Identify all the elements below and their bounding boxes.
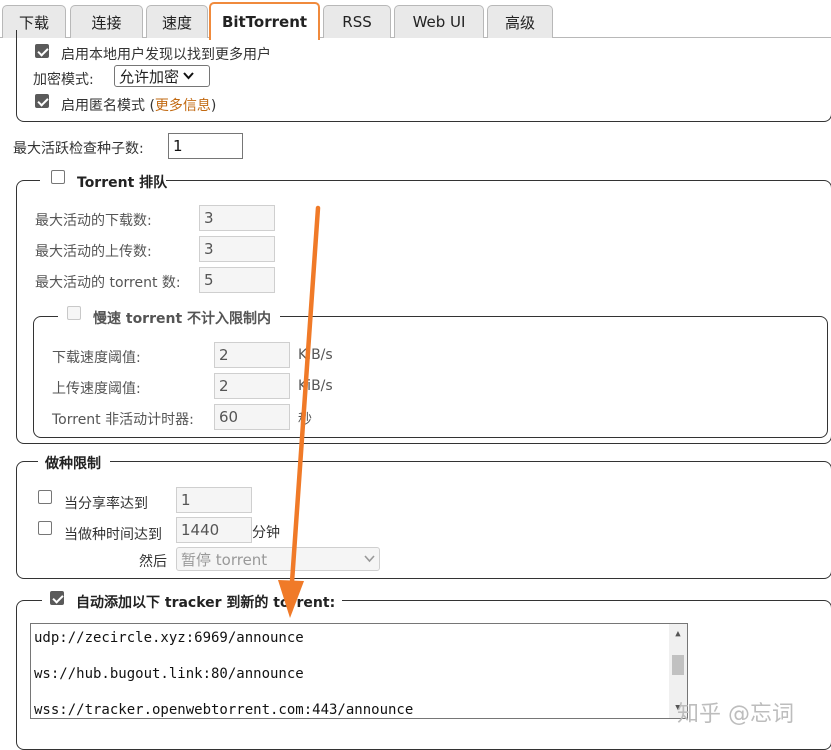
- local-discovery-checkbox[interactable]: [35, 44, 49, 58]
- encryption-select[interactable]: 允许加密: [114, 65, 210, 87]
- max-checking-input[interactable]: 1: [168, 133, 243, 159]
- then-label: 然后: [139, 554, 167, 570]
- seeding-time-unit: 分钟: [252, 525, 280, 541]
- trackers-textarea[interactable]: udp://zecircle.xyz:6969/announce ws://hu…: [30, 623, 688, 719]
- local-discovery-label: 启用本地用户发现以找到更多用户: [61, 47, 271, 63]
- seeding-time-label: 当做种时间达到: [64, 527, 162, 543]
- tracker-line: ws://hub.bugout.link:80/announce: [34, 666, 304, 682]
- download-threshold-input[interactable]: 2: [214, 342, 290, 368]
- trackers-checkbox[interactable]: [50, 591, 64, 605]
- watermark: 知乎 @忘词: [677, 702, 794, 727]
- max-torrents-label: 最大活动的 torrent 数:: [35, 275, 181, 291]
- inactive-timer-input[interactable]: 60: [214, 404, 290, 430]
- seeding-time-checkbox[interactable]: [38, 521, 52, 535]
- max-downloads-input[interactable]: 3: [199, 205, 275, 231]
- max-checking-label: 最大活跃检查种子数:: [13, 141, 144, 157]
- inactive-timer-unit: 秒: [298, 412, 312, 428]
- slow-torrents-checkbox[interactable]: [67, 306, 81, 320]
- inactive-timer-label: Torrent 非活动计时器:: [52, 412, 194, 428]
- encryption-value: 允许加密: [119, 67, 180, 86]
- tracker-line: udp://zecircle.xyz:6969/announce: [34, 630, 304, 646]
- upload-threshold-unit: KiB/s: [298, 378, 333, 394]
- queueing-checkbox[interactable]: [51, 170, 65, 184]
- slow-torrents-legend: 慢速 torrent 不计入限制内: [93, 311, 272, 327]
- then-action-value: 暂停 torrent: [181, 550, 268, 569]
- scroll-thumb[interactable]: [672, 655, 684, 675]
- tracker-line: wss://tracker.openwebtorrent.com:443/ann…: [34, 702, 414, 718]
- anonymous-mode-label: 启用匿名模式 (更多信息): [61, 98, 217, 114]
- trackers-legend: 自动添加以下 tracker 到新的 torrent:: [76, 595, 336, 611]
- seeding-time-input[interactable]: 1440: [176, 517, 252, 543]
- more-info-link[interactable]: 更多信息: [155, 98, 211, 114]
- scroll-up-icon[interactable]: ▲: [669, 626, 687, 642]
- max-torrents-input[interactable]: 5: [199, 267, 275, 293]
- then-action-select[interactable]: 暂停 torrent: [176, 547, 380, 571]
- seeding-legend: 做种限制: [45, 456, 101, 472]
- upload-threshold-label: 上传速度阈值:: [52, 381, 141, 397]
- anonymous-mode-checkbox[interactable]: [35, 94, 49, 108]
- chevron-down-icon: [183, 72, 194, 80]
- chevron-down-icon: [364, 555, 375, 563]
- ratio-input[interactable]: 1: [176, 487, 252, 513]
- ratio-label: 当分享率达到: [64, 496, 148, 512]
- upload-threshold-input[interactable]: 2: [214, 373, 290, 399]
- download-threshold-unit: KiB/s: [298, 347, 333, 363]
- tab-bittorrent[interactable]: BitTorrent: [209, 2, 320, 40]
- max-uploads-input[interactable]: 3: [199, 236, 275, 262]
- ratio-checkbox[interactable]: [38, 490, 52, 504]
- download-threshold-label: 下载速度阈值:: [52, 350, 141, 366]
- max-downloads-label: 最大活动的下载数:: [35, 213, 152, 229]
- encryption-label: 加密模式:: [33, 72, 94, 88]
- max-uploads-label: 最大活动的上传数:: [35, 244, 152, 260]
- queueing-legend: Torrent 排队: [77, 175, 168, 191]
